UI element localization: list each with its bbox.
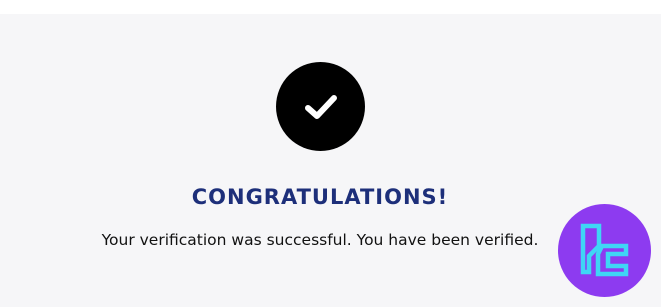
status-message: Your verification was successful. You ha… <box>101 231 539 249</box>
page-title: CONGRATULATIONS! <box>191 185 449 209</box>
top-band <box>0 0 661 14</box>
success-badge <box>276 62 365 151</box>
brand-logo <box>558 204 651 297</box>
checkmark-icon <box>304 94 337 119</box>
tc-logo-icon <box>580 223 629 277</box>
